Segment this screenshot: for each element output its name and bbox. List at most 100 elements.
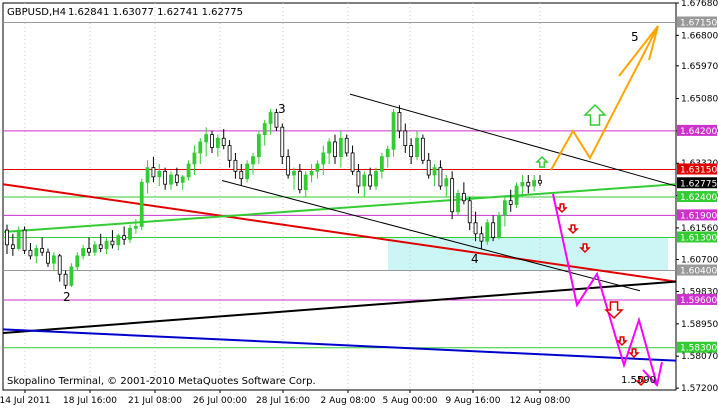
candle-body: [502, 200, 507, 216]
candle-body: [450, 178, 455, 213]
candle-body: [403, 130, 408, 146]
candle-body: [57, 255, 62, 275]
candle-body: [286, 156, 291, 176]
candle-body: [221, 137, 226, 146]
candle-body: [297, 170, 302, 191]
candle-body: [368, 174, 373, 187]
x-axis-tick-label: 14 Jul 2011: [0, 396, 50, 406]
x-axis-tick-label: 12 Aug 08:00: [510, 396, 571, 406]
chart-symbol: GBPUSD,H4: [7, 7, 66, 18]
candle-body: [256, 134, 261, 158]
copyright-text: Skopalino Terminal, © 2001-2010 MetaQuot…: [7, 376, 316, 387]
candle-body: [520, 181, 525, 187]
candle-body: [110, 240, 115, 246]
candle-body: [139, 181, 144, 227]
x-axis-tick-label: 28 Jul 16:00: [256, 396, 310, 406]
candle-body: [210, 134, 214, 148]
level-price-label: 1.64200: [680, 127, 717, 137]
candle-body: [28, 249, 33, 257]
candle-body: [508, 200, 513, 205]
candle-body: [497, 215, 501, 238]
candle-body: [122, 235, 127, 240]
candle-body: [415, 137, 419, 158]
candle-body: [280, 126, 285, 158]
candle-body: [104, 240, 109, 249]
candle-body: [22, 229, 27, 251]
candle-body: [192, 152, 197, 165]
candle-body: [309, 170, 314, 176]
candle-body: [491, 222, 496, 238]
candle-body: [245, 163, 250, 180]
candle-body: [397, 112, 402, 132]
candle-body: [10, 244, 15, 249]
plot-frame: [2, 2, 677, 391]
candle-body: [303, 174, 308, 191]
candle-body: [315, 163, 320, 172]
candle-body: [204, 134, 209, 143]
level-price-label: 1.61300: [680, 233, 717, 243]
candle-body: [438, 167, 443, 187]
candle-body: [40, 248, 45, 253]
candle-body: [532, 180, 537, 187]
candle-body: [169, 174, 173, 185]
chart-window[interactable]: 1.676801.668001.659701.650801.642001.633…: [0, 0, 718, 408]
y-axis-tick-label: 1.65970: [681, 62, 718, 72]
candle-body: [514, 185, 519, 205]
candle-body: [233, 159, 238, 172]
candle-body: [485, 222, 490, 242]
level-price-label: 1.60400: [680, 267, 717, 277]
candle-body: [75, 255, 80, 268]
candle-body: [327, 141, 332, 154]
candle-body: [479, 233, 484, 242]
candle-body: [98, 244, 103, 249]
candle-body: [81, 248, 86, 257]
candle-body: [379, 156, 384, 172]
candle-body: [157, 170, 162, 178]
candle-body: [374, 170, 378, 187]
current-price-label: 1.62775: [680, 179, 717, 189]
candle-body: [385, 148, 390, 158]
candle-body: [420, 137, 425, 161]
y-axis-tick-label: 1.57200: [681, 384, 718, 394]
candle-body: [467, 200, 472, 224]
y-axis-tick-label: 1.66800: [681, 31, 718, 41]
candle-body: [87, 248, 91, 253]
candle-body: [268, 112, 273, 124]
candle-body: [163, 170, 168, 185]
candle-body: [338, 137, 343, 158]
x-axis-tick-label: 18 Jul 16:00: [63, 396, 117, 406]
support-zone: [388, 237, 668, 271]
candle-body: [5, 229, 9, 246]
candle-body: [128, 227, 132, 240]
y-axis-tick-label: 1.60700: [681, 256, 718, 266]
candle-body: [391, 112, 396, 150]
candle-body: [526, 181, 531, 187]
wave-label-4: 4: [471, 252, 479, 266]
candle-body: [174, 174, 179, 183]
level-price-label: 1.58300: [680, 344, 717, 354]
candle-body: [116, 235, 121, 246]
candle-body: [16, 229, 21, 249]
candle-body: [198, 141, 203, 154]
candle-body: [292, 170, 296, 176]
candle-body: [151, 167, 156, 178]
x-axis-tick-label: 21 Jul 08:00: [128, 396, 182, 406]
price-chart[interactable]: 1.676801.668001.659701.650801.642001.633…: [0, 0, 718, 408]
candle-body: [63, 273, 68, 286]
y-axis-tick-label: 1.65080: [681, 95, 718, 105]
candle-body: [409, 145, 414, 158]
candle-body: [46, 251, 50, 264]
x-axis-tick-label: 2 Aug 08:00: [321, 396, 376, 406]
candle-body: [262, 123, 267, 135]
candle-body: [239, 170, 244, 180]
level-price-label: 1.59600: [680, 296, 717, 306]
x-axis-tick-label: 26 Jul 00:00: [193, 396, 247, 406]
level-price-label: 1.62400: [680, 193, 717, 203]
candle-body: [186, 163, 191, 178]
x-axis-tick-label: 9 Aug 16:00: [446, 396, 501, 406]
candle-body: [51, 255, 56, 264]
candle-body: [145, 167, 150, 183]
candle-body: [69, 266, 74, 286]
candle-body: [362, 174, 367, 187]
candle-body: [227, 145, 232, 161]
